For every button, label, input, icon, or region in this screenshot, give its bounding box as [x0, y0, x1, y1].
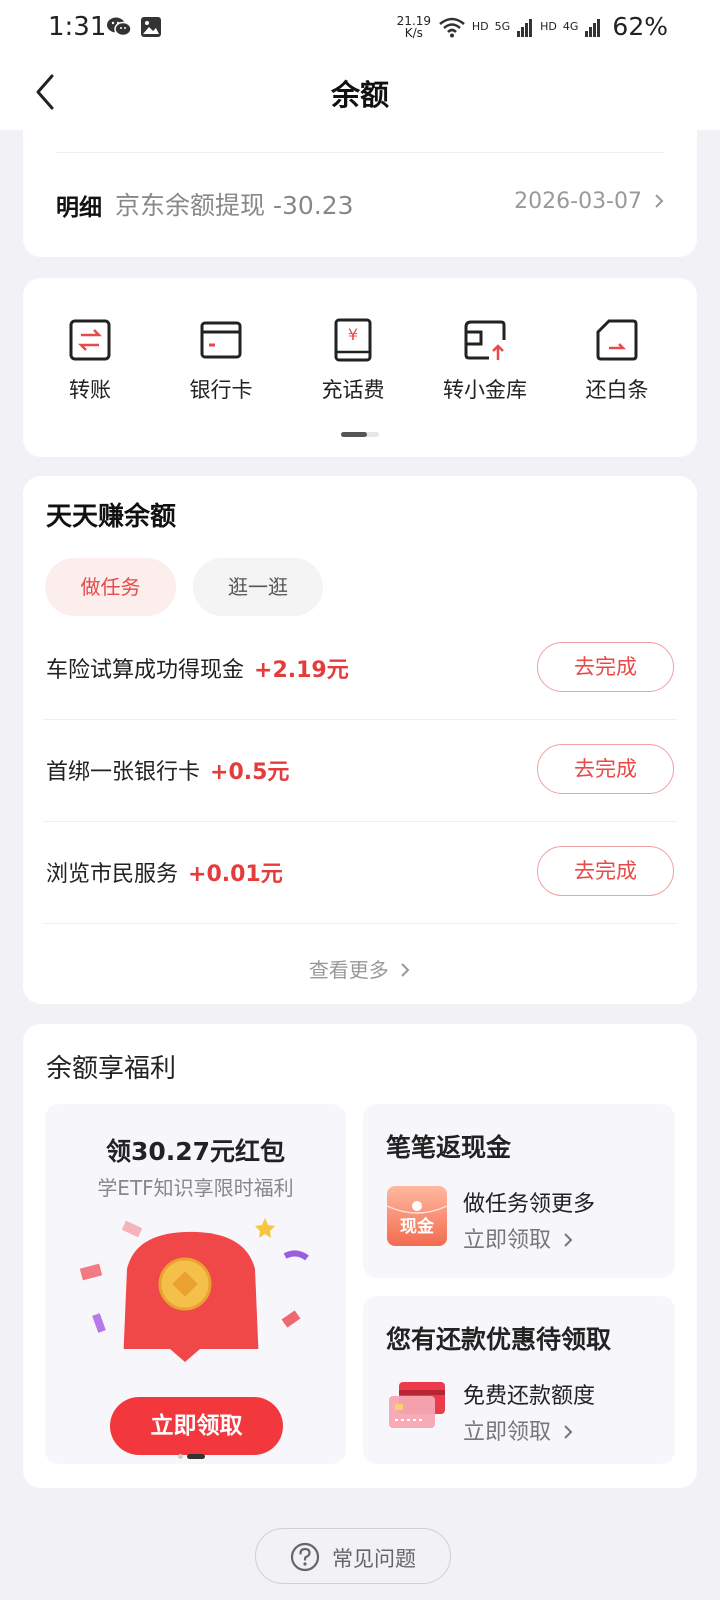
action-vault-transfer[interactable]: 转小金库 [430, 318, 540, 404]
chevron-right-icon [564, 1425, 573, 1439]
tab-browse[interactable]: 逛一逛 [193, 558, 323, 616]
carousel-dots [178, 1454, 205, 1459]
promo-subtitle: 学ETF知识享限时福利 [97, 1176, 294, 1200]
repay-icon [596, 319, 638, 361]
task-row: 车险试算成功得现金 +2.19元 去完成 [23, 616, 697, 720]
status-bar: 1:31 21.19 K/s HD 5G HD 4G 62% [0, 0, 720, 58]
transfer-icon [69, 319, 111, 361]
promo-link[interactable]: 立即领取 [463, 1414, 574, 1446]
benefits-card: 余额享福利 领30.27元红包 学ETF知识享限时福利 立即领取 笔笔返现金 现… [23, 1024, 697, 1488]
detail-label: 明细 [56, 195, 102, 221]
phone-recharge-icon: ¥ [334, 318, 372, 362]
net-speed: 21.19 K/s [396, 15, 432, 39]
complete-task-button[interactable]: 去完成 [537, 744, 674, 794]
bank-card-icon [200, 321, 242, 359]
task-title: 首绑一张银行卡 [46, 760, 201, 785]
view-more-label: 查看更多 [308, 958, 389, 982]
promo-title: 您有还款优惠待领取 [386, 1325, 612, 1354]
chevron-right-icon [564, 1233, 573, 1247]
promo-line: 做任务领更多 [463, 1192, 596, 1217]
carousel-dot-active [187, 1454, 205, 1459]
task-reward: +0.01元 [188, 862, 283, 887]
task-title: 车险试算成功得现金 [46, 658, 245, 683]
promo-link[interactable]: 立即领取 [463, 1222, 574, 1254]
promo-link-label: 立即领取 [463, 1228, 552, 1253]
action-label: 银行卡 [189, 378, 253, 402]
task-name: 车险试算成功得现金 +2.19元 [46, 652, 349, 684]
battery-level: 62% [612, 12, 668, 41]
question-icon [290, 1542, 320, 1572]
page-indicator [341, 432, 379, 437]
sim1-label: 5G [494, 20, 511, 33]
repayment-discount-promo[interactable]: 您有还款优惠待领取 免费还款额度 立即领取 [363, 1296, 675, 1464]
vault-transfer-icon [464, 320, 506, 360]
section-title: 余额享福利 [46, 1054, 177, 1084]
net-speed-unit: K/s [404, 25, 423, 40]
faq-button[interactable]: 常见问题 [255, 1528, 451, 1584]
action-label: 充话费 [321, 378, 385, 402]
task-row: 首绑一张银行卡 +0.5元 去完成 [23, 718, 697, 822]
action-bank-card[interactable]: 银行卡 [166, 318, 276, 404]
detail-date-text: 2026-03-07 [514, 189, 642, 214]
gallery-icon [141, 17, 161, 37]
status-right-icons: 21.19 K/s HD 5G HD 4G 62% [396, 12, 668, 41]
cashback-promo[interactable]: 笔笔返现金 现金 做任务领更多 立即领取 [363, 1104, 675, 1278]
hd-label-1: HD [471, 20, 489, 33]
action-phone-recharge[interactable]: ¥ 充话费 [298, 318, 408, 404]
section-title: 天天赚余额 [46, 502, 177, 532]
red-packet-illustration [79, 1218, 309, 1374]
task-name: 浏览市民服务 +0.01元 [46, 856, 283, 888]
promo-line: 免费还款额度 [463, 1384, 596, 1409]
signal-icon-2 [585, 18, 601, 37]
task-reward: +2.19元 [254, 658, 349, 683]
sim2-label: 4G [562, 20, 579, 33]
promo-title: 领30.27元红包 [105, 1137, 286, 1166]
cash-icon-label: 现金 [400, 1216, 435, 1237]
svg-text:¥: ¥ [348, 325, 358, 344]
promo-link-label: 立即领取 [463, 1420, 552, 1445]
daily-earn-card: 天天赚余额 做任务 逛一逛 车险试算成功得现金 +2.19元 去完成 首绑一张银行… [23, 476, 697, 1004]
task-name: 首绑一张银行卡 +0.5元 [46, 754, 289, 786]
balance-detail-card[interactable]: 明细 京东余额提现 -30.23 2026-03-07 [23, 112, 697, 257]
carousel-dot [178, 1454, 183, 1459]
action-label: 还白条 [585, 378, 649, 402]
action-transfer[interactable]: 转账 [35, 318, 145, 404]
hd-label-2: HD [540, 20, 557, 33]
quick-actions-card: 转账 银行卡 ¥ 充话费 转小金库 还白条 [23, 278, 697, 457]
status-notification-icons [106, 16, 162, 38]
chevron-right-icon [401, 963, 410, 977]
view-more-link[interactable]: 查看更多 [23, 954, 697, 983]
wifi-icon [439, 17, 465, 37]
signal-icon-1 [517, 18, 533, 37]
red-packet-promo[interactable]: 领30.27元红包 学ETF知识享限时福利 立即领取 [45, 1104, 346, 1464]
detail-date: 2026-03-07 [514, 189, 665, 214]
divider [56, 152, 664, 153]
task-title: 浏览市民服务 [46, 862, 179, 887]
cash-envelope-icon: 现金 [386, 1186, 448, 1246]
complete-task-button[interactable]: 去完成 [537, 642, 674, 692]
net-speed-value: 21.19 [396, 13, 432, 28]
status-time: 1:31 [48, 12, 107, 42]
credit-cards-icon [389, 1382, 445, 1428]
detail-latest-record: 京东余额提现 -30.23 [115, 191, 354, 220]
action-label: 转账 [69, 378, 111, 402]
page-title: 余额 [330, 78, 389, 112]
task-reward: +0.5元 [210, 760, 290, 785]
wechat-icon [107, 17, 132, 37]
faq-label: 常见问题 [332, 1547, 416, 1571]
claim-now-button[interactable]: 立即领取 [110, 1397, 283, 1455]
complete-task-button[interactable]: 去完成 [537, 846, 674, 896]
action-repay[interactable]: 还白条 [562, 318, 672, 404]
promo-title: 笔笔返现金 [386, 1133, 512, 1162]
page-indicator-thumb [341, 432, 367, 437]
task-row: 浏览市民服务 +0.01元 去完成 [23, 820, 697, 924]
action-label: 转小金库 [443, 378, 527, 402]
chevron-right-icon [655, 194, 664, 208]
tab-tasks[interactable]: 做任务 [45, 558, 176, 616]
